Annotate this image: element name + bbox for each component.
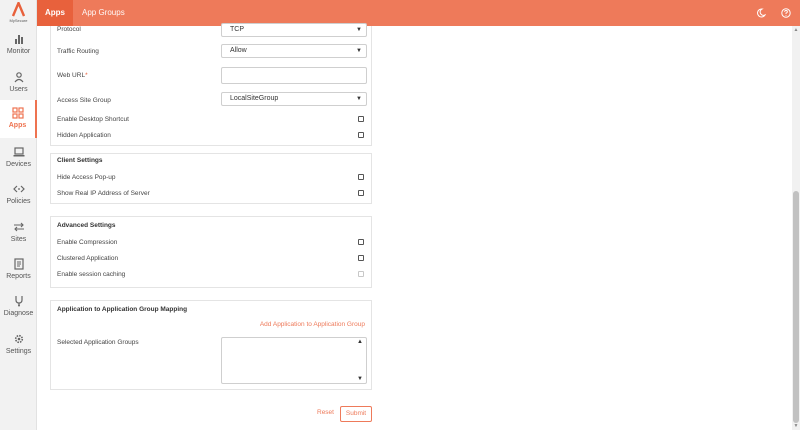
chevron-down-icon: ▼: [356, 48, 362, 54]
sidebar-item-label: Monitor: [6, 48, 31, 55]
reset-button[interactable]: Reset: [317, 409, 334, 416]
sidebar-item-label: Diagnose: [3, 310, 34, 317]
compression-checkbox[interactable]: [358, 239, 364, 245]
access-site-group-select[interactable]: LocalSiteGroup ▼: [221, 92, 367, 106]
protocol-label: Protocol: [57, 26, 81, 33]
show-real-ip-label: Show Real IP Address of Server: [57, 190, 150, 197]
tab-app-groups[interactable]: App Groups: [74, 0, 133, 26]
session-caching-label: Enable session caching: [57, 271, 126, 278]
advanced-settings-title: Advanced Settings: [57, 222, 116, 229]
help-icon[interactable]: [781, 8, 791, 18]
tab-apps[interactable]: Apps: [37, 0, 73, 26]
session-caching-checkbox: [358, 271, 364, 277]
web-url-label-text: Web URL: [57, 72, 86, 79]
sidebar-item-label: Reports: [6, 273, 31, 280]
scroll-up-icon[interactable]: ▲: [357, 339, 363, 345]
scroll-down-arrow-icon[interactable]: ▼: [793, 423, 799, 429]
sidebar-item-label: Policies: [6, 198, 31, 205]
gear-icon: [14, 334, 23, 344]
sidebar-item-apps[interactable]: Apps: [0, 100, 37, 138]
sidebar-item-reports[interactable]: Reports: [0, 258, 37, 280]
traffic-routing-label: Traffic Routing: [57, 48, 99, 55]
chevron-down-icon: ▼: [356, 96, 362, 102]
sidebar-item-devices[interactable]: Devices: [0, 146, 37, 168]
sidebar-item-label: Sites: [10, 236, 27, 243]
sidebar-item-diagnose[interactable]: Diagnose: [0, 295, 37, 317]
client-settings-title: Client Settings: [57, 157, 103, 164]
desktop-shortcut-label: Enable Desktop Shortcut: [57, 116, 129, 123]
sidebar-item-label: Apps: [8, 122, 27, 129]
chevron-down-icon: ▼: [356, 27, 362, 33]
sidebar-item-monitor[interactable]: Monitor: [0, 33, 37, 55]
add-to-group-link[interactable]: Add Application to Application Group: [260, 321, 365, 328]
selected-groups-listbox[interactable]: ▲ ▼: [221, 337, 367, 384]
swap-arrows-icon: [13, 222, 24, 232]
theme-moon-icon[interactable]: [756, 8, 766, 18]
scrollbar-thumb[interactable]: [793, 191, 799, 423]
group-mapping-panel: Application to Application Group Mapping…: [50, 300, 372, 390]
access-site-group-label: Access Site Group: [57, 97, 111, 104]
required-mark: *: [85, 72, 88, 79]
protocol-value: TCP: [230, 26, 244, 33]
traffic-routing-value: Allow: [230, 47, 247, 54]
clustered-label: Clustered Application: [57, 255, 119, 262]
access-site-group-value: LocalSiteGroup: [230, 95, 279, 102]
traffic-routing-select[interactable]: Allow ▼: [221, 44, 367, 58]
logo-text: MySecure: [9, 18, 28, 23]
protocol-select[interactable]: TCP ▼: [221, 23, 367, 37]
sidebar-item-policies[interactable]: Policies: [0, 183, 37, 205]
code-arrows-icon: [12, 185, 25, 193]
sidebar-item-sites[interactable]: Sites: [0, 221, 37, 243]
clustered-checkbox[interactable]: [358, 255, 364, 261]
web-url-input[interactable]: [221, 67, 367, 84]
submit-button[interactable]: Submit: [340, 406, 372, 422]
sidebar-item-users[interactable]: Users: [0, 71, 37, 93]
user-icon: [14, 72, 23, 83]
show-real-ip-checkbox[interactable]: [358, 190, 364, 196]
bar-chart-icon: [14, 35, 23, 44]
sidebar-item-label: Users: [9, 86, 28, 93]
advanced-settings-panel: Advanced Settings Enable Compression Clu…: [50, 216, 372, 288]
scroll-up-arrow-icon[interactable]: ▲: [793, 27, 799, 33]
document-icon: [13, 258, 24, 270]
desktop-shortcut-checkbox[interactable]: [358, 116, 364, 122]
hide-popup-checkbox[interactable]: [358, 174, 364, 180]
compression-label: Enable Compression: [57, 239, 118, 246]
laptop-icon: [13, 147, 24, 157]
hidden-application-checkbox[interactable]: [358, 132, 364, 138]
sidebar-item-label: Devices: [6, 161, 31, 168]
sidebar: MySecure Monitor Users Apps Devices Poli…: [0, 0, 37, 430]
web-url-label: Web URL*: [57, 72, 88, 79]
app-settings-panel: Protocol TCP ▼ Traffic Routing Allow ▼ W…: [50, 23, 372, 146]
hide-popup-label: Hide Access Pop-up: [57, 174, 116, 181]
sidebar-item-label: Settings: [5, 348, 32, 355]
hidden-application-label: Hidden Application: [57, 132, 111, 139]
apps-grid-icon: [11, 107, 24, 119]
group-mapping-title: Application to Application Group Mapping: [57, 306, 188, 313]
stethoscope-icon: [14, 296, 23, 307]
page-scrollbar[interactable]: ▲ ▼: [792, 26, 800, 430]
selected-groups-label: Selected Application Groups: [57, 339, 139, 346]
client-settings-panel: Client Settings Hide Access Pop-up Show …: [50, 153, 372, 204]
brand-logo[interactable]: MySecure: [0, 0, 37, 26]
top-nav-bar: Apps App Groups: [37, 0, 800, 26]
sidebar-item-settings[interactable]: Settings: [0, 333, 37, 355]
scroll-down-icon[interactable]: ▼: [357, 376, 363, 382]
logo-icon: [12, 2, 25, 17]
